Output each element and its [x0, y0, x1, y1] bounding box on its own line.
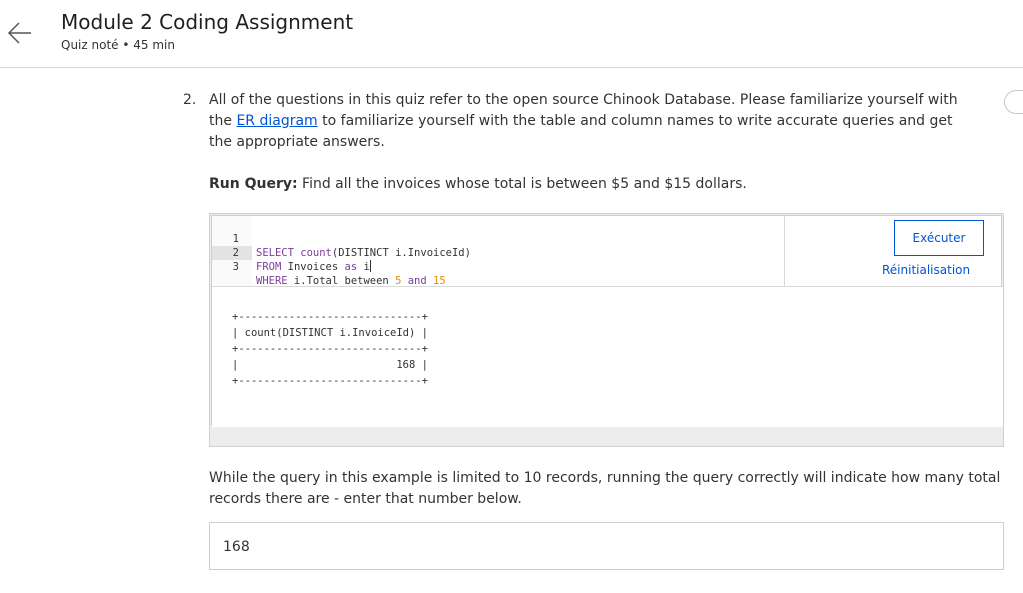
- question-number: 2.: [183, 92, 197, 108]
- side-toggle[interactable]: [1004, 90, 1023, 114]
- code-line-3[interactable]: 3 WHERE i.Total between 5 and 15: [212, 246, 785, 287]
- sql-editor-widget: 1 SELECT count(DISTINCT i.InvoiceId) 2 F…: [209, 213, 1004, 447]
- run-query-instruction: Run Query: Find all the invoices whose t…: [209, 174, 747, 194]
- reset-link[interactable]: Réinitialisation: [882, 263, 970, 277]
- line-number: 3: [232, 261, 239, 273]
- code-text: FROM Invoices as i: [256, 260, 371, 273]
- run-button[interactable]: Exécuter: [894, 220, 984, 256]
- run-query-label: Run Query:: [209, 176, 298, 192]
- arrow-left-icon: [7, 22, 31, 44]
- page-subtitle: Quiz noté • 45 min: [61, 38, 175, 52]
- query-result-table: +-----------------------------+ | count(…: [232, 311, 428, 387]
- question-text-end: to familiarize yourself with the table a…: [209, 113, 953, 150]
- code-line-2[interactable]: 2 FROM Invoices as i: [212, 232, 785, 273]
- editor-controls: Exécuter Réinitialisation: [785, 216, 1003, 286]
- answer-instruction: While the query in this example is limit…: [209, 470, 1001, 507]
- run-query-text: Find all the invoices whose total is bet…: [297, 176, 747, 192]
- page-header: Module 2 Coding Assignment Quiz noté • 4…: [0, 0, 1023, 68]
- back-button[interactable]: [6, 19, 34, 47]
- sql-editor-panel: 1 SELECT count(DISTINCT i.InvoiceId) 2 F…: [211, 215, 1003, 427]
- er-diagram-link[interactable]: ER diagram: [236, 113, 317, 129]
- code-editor[interactable]: 1 SELECT count(DISTINCT i.InvoiceId) 2 F…: [212, 216, 785, 287]
- code-line-1[interactable]: 1 SELECT count(DISTINCT i.InvoiceId): [212, 218, 785, 259]
- text-cursor: [369, 260, 371, 272]
- query-output: +-----------------------------+ | count(…: [212, 286, 1003, 427]
- answer-input[interactable]: 168: [209, 522, 1004, 570]
- question-text: All of the questions in this quiz refer …: [209, 90, 979, 153]
- page-title: Module 2 Coding Assignment: [61, 10, 354, 34]
